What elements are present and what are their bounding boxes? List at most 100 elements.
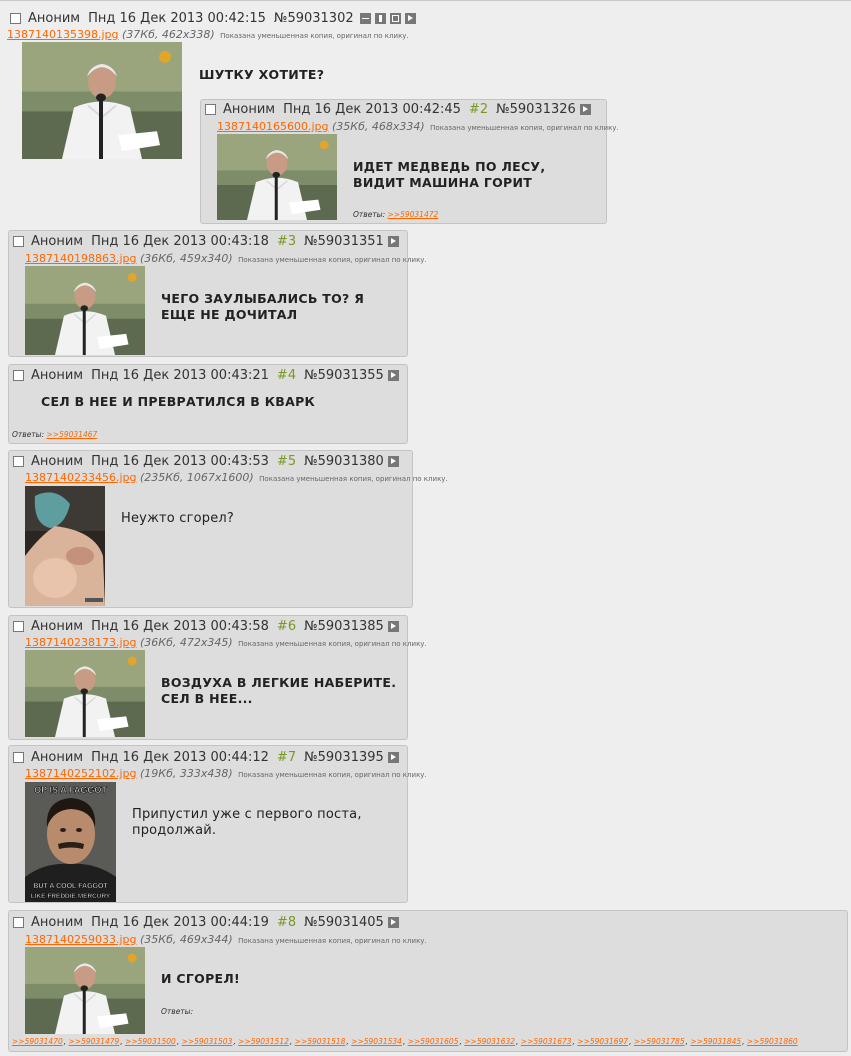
reply-link[interactable]: >>59031503 (182, 1037, 233, 1046)
thumbnail-note: Показана уменьшенная копия, оригинал по … (238, 771, 427, 779)
play-icon[interactable] (387, 916, 399, 928)
file-link[interactable]: 1387140233456.jpg (25, 471, 137, 484)
message-line: ВОЗДУХА В ЛЕГКИЕ НАБЕРИТЕ. (161, 675, 397, 690)
play-icon[interactable] (579, 103, 591, 115)
image-caption-top: OP IS A FAGGOT (34, 785, 107, 795)
message-line: ВИДИТ МАШИНА ГОРИТ (353, 175, 533, 190)
file-link[interactable]: 1387140198863.jpg (25, 252, 137, 265)
post-number[interactable]: №59031385 (304, 619, 384, 634)
post-date: Пнд 16 Дек 2013 00:43:53 (91, 453, 269, 469)
reply-header-5: Аноним Пнд 16 Дек 2013 00:43:53 #5 №5903… (13, 452, 399, 470)
post-order: #4 (276, 367, 297, 383)
file-info-6: 1387140238173.jpg (36Кб, 472x345) Показа… (25, 636, 427, 649)
minus-icon[interactable] (359, 12, 371, 24)
reply-header-4: Аноним Пнд 16 Дек 2013 00:43:21 #4 №5903… (13, 366, 399, 384)
reply-link[interactable]: >>59031467 (47, 430, 98, 439)
answers-label: Ответы: (353, 210, 386, 219)
poster-name: Аноним (31, 453, 84, 469)
thumbnail-5[interactable] (25, 486, 105, 606)
file-meta: (19Кб, 333x438) (140, 767, 233, 780)
reply-link[interactable]: >>59031518 (295, 1037, 346, 1046)
poster-name: Аноним (31, 233, 84, 249)
file-info-2: 1387140165600.jpg (35Кб, 468x334) Показа… (217, 120, 619, 133)
post-date: Пнд 16 Дек 2013 00:44:12 (91, 749, 269, 765)
reply-link[interactable]: >>59031472 (388, 210, 439, 219)
file-meta: (36Кб, 472x345) (140, 636, 233, 649)
message-line: СЕЛ В НЕЕ... (161, 691, 253, 706)
reply-link[interactable]: >>59031605 (408, 1037, 459, 1046)
image-caption-bottom-2: LIKE FREDDIE MERCURY (31, 893, 111, 900)
reply-header-3: Аноним Пнд 16 Дек 2013 00:43:18 #3 №5903… (13, 232, 399, 250)
thumbnail-8[interactable] (25, 947, 145, 1034)
play-icon[interactable] (387, 369, 399, 381)
play-icon[interactable] (387, 455, 399, 467)
file-link[interactable]: 1387140165600.jpg (217, 120, 329, 133)
message-6: ВОЗДУХА В ЛЕГКИЕ НАБЕРИТЕ. СЕЛ В НЕЕ... (161, 675, 396, 707)
post-number[interactable]: №59031326 (496, 102, 576, 117)
answers-8: >>59031470, >>59031479, >>59031500, >>59… (12, 1037, 798, 1046)
post-order: #7 (276, 749, 297, 765)
reply-link[interactable]: >>59031470 (12, 1037, 63, 1046)
post-order: #8 (276, 914, 297, 930)
reply-link[interactable]: >>59031500 (125, 1037, 176, 1046)
file-info-5: 1387140233456.jpg (235Кб, 1067x1600) Пок… (25, 471, 448, 484)
post-number[interactable]: №59031355 (304, 368, 384, 383)
select-checkbox[interactable] (13, 235, 24, 247)
file-meta: (35Кб, 469x344) (140, 933, 233, 946)
op-select-checkbox[interactable] (10, 12, 21, 24)
thumbnail-7[interactable]: OP IS A FAGGOT BUT A COOL FAGGOT LIKE FR… (25, 782, 116, 902)
square-icon[interactable] (389, 12, 401, 24)
reply-link[interactable]: >>59031845 (690, 1037, 741, 1046)
file-info-8: 1387140259033.jpg (35Кб, 469x344) Показа… (25, 933, 427, 946)
op-thumbnail[interactable] (22, 42, 182, 159)
thumbnail-2[interactable] (217, 134, 337, 220)
select-checkbox[interactable] (13, 916, 24, 928)
post-number[interactable]: №59031395 (304, 750, 384, 765)
file-meta: (36Кб, 459x340) (140, 252, 233, 265)
reply-link[interactable]: >>59031673 (521, 1037, 572, 1046)
play-icon[interactable] (387, 751, 399, 763)
message-5: Неужто сгорел? (121, 511, 234, 527)
reply-link[interactable]: >>59031785 (634, 1037, 685, 1046)
reply-link[interactable]: >>59031697 (577, 1037, 628, 1046)
file-info-7: 1387140252102.jpg (19Кб, 333x438) Показа… (25, 767, 427, 780)
reply-link[interactable]: >>59031534 (351, 1037, 402, 1046)
thumbnail-3[interactable] (25, 266, 145, 355)
post-number[interactable]: №59031380 (304, 454, 384, 469)
play-icon[interactable] (404, 12, 416, 24)
post-number[interactable]: №59031405 (304, 915, 384, 930)
reply-link[interactable]: >>59031860 (747, 1037, 798, 1046)
play-icon[interactable] (387, 235, 399, 247)
reply-header-8: Аноним Пнд 16 Дек 2013 00:44:19 #8 №5903… (13, 913, 399, 931)
file-link[interactable]: 1387140238173.jpg (25, 636, 137, 649)
select-checkbox[interactable] (205, 103, 216, 115)
post-date: Пнд 16 Дек 2013 00:44:19 (91, 914, 269, 930)
file-meta: (235Кб, 1067x1600) (140, 471, 254, 484)
select-checkbox[interactable] (13, 369, 24, 381)
select-checkbox[interactable] (13, 620, 24, 632)
post-number[interactable]: №59031302 (274, 11, 354, 26)
file-link[interactable]: 1387140252102.jpg (25, 767, 137, 780)
play-icon[interactable] (387, 620, 399, 632)
reply-link[interactable]: >>59031632 (464, 1037, 515, 1046)
reply-link[interactable]: >>59031479 (69, 1037, 120, 1046)
thumbnail-6[interactable] (25, 650, 145, 737)
message-8: И СГОРЕЛ! (161, 971, 240, 987)
file-meta: (35Кб, 468x334) (332, 120, 425, 133)
select-checkbox[interactable] (13, 751, 24, 763)
post-order: #5 (276, 453, 297, 469)
answers-4: Ответы: >>59031467 (12, 430, 98, 439)
thumbnail-note: Показана уменьшенная копия, оригинал по … (430, 124, 619, 132)
updown-icon[interactable] (374, 12, 386, 24)
op-post-header: Аноним Пнд 16 Дек 2013 00:42:15 №5903130… (10, 9, 416, 27)
post-number[interactable]: №59031351 (304, 234, 384, 249)
poster-name: Аноним (31, 367, 84, 383)
post-date: Пнд 16 Дек 2013 00:43:18 (91, 233, 269, 249)
message-line: ИДЕТ МЕДВЕДЬ ПО ЛЕСУ, (353, 159, 546, 174)
file-link[interactable]: 1387140135398.jpg (7, 28, 119, 41)
select-checkbox[interactable] (13, 455, 24, 467)
file-link[interactable]: 1387140259033.jpg (25, 933, 137, 946)
reply-link[interactable]: >>59031512 (238, 1037, 289, 1046)
post-date: Пнд 16 Дек 2013 00:43:58 (91, 618, 269, 634)
message-line: Припустил уже с первого поста, (132, 807, 362, 822)
